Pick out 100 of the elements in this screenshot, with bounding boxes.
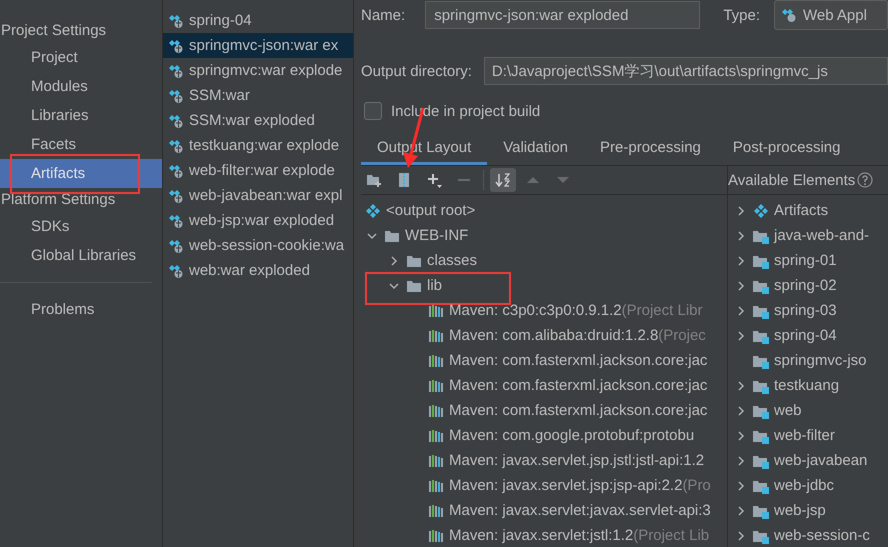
artifact-icon: [168, 188, 184, 204]
checkbox[interactable]: [364, 102, 382, 120]
tab[interactable]: Validation: [487, 134, 584, 165]
artifact-icon: [168, 112, 184, 128]
tree-item[interactable]: testkuang: [774, 377, 840, 394]
nav-item[interactable]: Artifacts: [0, 159, 162, 188]
artifact-icon: [168, 88, 184, 104]
artifact-name: SSM:war exploded: [189, 112, 315, 129]
nav-item[interactable]: Facets: [0, 130, 162, 159]
library-icon: [428, 478, 444, 494]
section-header: Platform Settings: [0, 190, 116, 210]
artifact-name: springmvc:war explode: [189, 62, 342, 79]
artifact-name: testkuang:war explode: [189, 137, 340, 154]
library-icon: [428, 402, 444, 418]
artifact-name: web:war exploded: [189, 262, 310, 279]
library-icon: [428, 452, 444, 468]
nav-item[interactable]: Libraries: [0, 101, 162, 130]
artifact-name: spring-04: [189, 12, 252, 29]
artifact-name: web-javabean:war expl: [189, 187, 342, 204]
type-label: Type:: [723, 6, 760, 24]
sort-icon: [495, 172, 511, 188]
artifact-name: web-jsp:war exploded: [189, 212, 334, 229]
sort-button[interactable]: [490, 168, 516, 192]
nav-item[interactable]: Global Libraries: [0, 241, 162, 270]
minus-icon: [458, 179, 470, 181]
artifact-icon: [781, 7, 797, 23]
artifact-item[interactable]: SSM:war exploded: [163, 108, 353, 133]
artifact-name: web-session-cookie:wa: [189, 237, 344, 254]
library-icon: [428, 302, 444, 318]
tree-item[interactable]: Maven: com.alibaba:druid:1.2.8(Projec: [449, 327, 706, 344]
tree-item[interactable]: Maven: c3p0:c3p0:0.9.1.2(Project Libr: [449, 302, 702, 319]
help-icon[interactable]: [857, 172, 874, 188]
artifact-item[interactable]: springmvc:war explode: [163, 58, 353, 83]
available-elements-label: Available Elements: [728, 172, 856, 188]
tree-item[interactable]: Maven: javax.servlet:jstl:1.2(Project Lib: [449, 527, 710, 544]
tree-item[interactable]: Maven: javax.servlet.jsp:jsp-api:2.2(Pro: [449, 477, 711, 494]
tree-item[interactable]: spring-01: [774, 252, 837, 269]
tree-item[interactable]: spring-03: [774, 302, 837, 319]
artifact-icon: [168, 62, 184, 78]
new-folder-icon: [366, 172, 382, 188]
artifact-item[interactable]: web-filter:war explode: [163, 158, 353, 183]
output-directory-field[interactable]: D:\Javaproject\SSM学习\out\artifacts\springmvc_js: [484, 57, 888, 85]
nav-item[interactable]: Problems: [0, 295, 162, 324]
artifact-icon: [753, 202, 769, 218]
tree-item[interactable]: Maven: com.fasterxml.jackson.core:jac: [449, 377, 708, 394]
tree-item[interactable]: web-session-c: [774, 527, 870, 544]
artifact-icon: [168, 12, 184, 28]
tree-item[interactable]: web-jdbc: [774, 477, 834, 494]
name-label: Name:: [361, 6, 406, 24]
artifact-item[interactable]: spring-04: [163, 8, 353, 33]
plus-icon: [426, 172, 442, 188]
archive-icon: [396, 172, 412, 188]
tab[interactable]: Post-processing: [716, 134, 856, 165]
artifact-item[interactable]: web:war exploded: [163, 258, 353, 283]
artifact-item[interactable]: springmvc-json:war ex: [163, 33, 353, 58]
artifact-icon: [365, 202, 381, 218]
tab[interactable]: Pre-processing: [584, 134, 717, 165]
type-dropdown[interactable]: Web Appl: [774, 0, 888, 30]
artifact-item[interactable]: testkuang:war explode: [163, 133, 353, 158]
tree-item[interactable]: spring-04: [774, 327, 837, 344]
library-icon: [428, 428, 444, 444]
tree-item[interactable]: Maven: com.google.protobuf:protobu: [449, 427, 694, 444]
artifact-item[interactable]: web-jsp:war exploded: [163, 208, 353, 233]
nav-item[interactable]: Project: [0, 43, 162, 72]
artifact-icon: [168, 38, 184, 54]
library-icon: [428, 328, 444, 344]
tree-item[interactable]: Maven: javax.servlet:javax.servlet-api:3: [449, 502, 711, 519]
artifact-icon: [168, 162, 184, 178]
tree-item[interactable]: classes: [427, 252, 478, 269]
name-field[interactable]: springmvc-json:war exploded: [425, 1, 700, 29]
nav-item[interactable]: Modules: [0, 72, 162, 101]
tree-item[interactable]: web-filter: [774, 427, 835, 444]
tree-item[interactable]: <output root>: [386, 202, 476, 219]
tree-item[interactable]: springmvc-jso: [774, 352, 867, 369]
artifact-item[interactable]: web-javabean:war expl: [163, 183, 353, 208]
nav-item[interactable]: SDKs: [0, 212, 162, 241]
tree-item[interactable]: Artifacts: [774, 202, 828, 219]
artifact-icon: [168, 238, 184, 254]
library-icon: [428, 528, 444, 544]
tree-item[interactable]: lib: [427, 277, 442, 294]
tree-item[interactable]: Maven: com.fasterxml.jackson.core:jac: [449, 352, 708, 369]
artifact-name: SSM:war: [189, 87, 250, 104]
artifact-item[interactable]: SSM:war: [163, 83, 353, 108]
artifact-name: springmvc-json:war ex: [189, 37, 338, 54]
tree-item[interactable]: WEB-INF: [405, 227, 468, 244]
tree-item[interactable]: Maven: javax.servlet.jsp.jstl:jstl-api:1.2: [449, 452, 704, 469]
tree-item[interactable]: web-jsp: [774, 502, 826, 519]
tree-item[interactable]: Maven: com.fasterxml.jackson.core:jac: [449, 402, 708, 419]
artifact-item[interactable]: web-session-cookie:wa: [163, 233, 353, 258]
artifact-icon: [168, 212, 184, 228]
tree-item[interactable]: spring-02: [774, 277, 837, 294]
artifact-icon: [168, 138, 184, 154]
library-icon: [428, 378, 444, 394]
tree-item[interactable]: java-web-and-: [774, 227, 870, 244]
artifact-icon: [168, 262, 184, 278]
section-header: Project Settings: [0, 21, 108, 41]
output-directory-label: Output directory:: [361, 62, 472, 80]
tree-item[interactable]: web: [774, 402, 802, 419]
library-icon: [428, 502, 444, 518]
tree-item[interactable]: web-javabean: [774, 452, 868, 469]
